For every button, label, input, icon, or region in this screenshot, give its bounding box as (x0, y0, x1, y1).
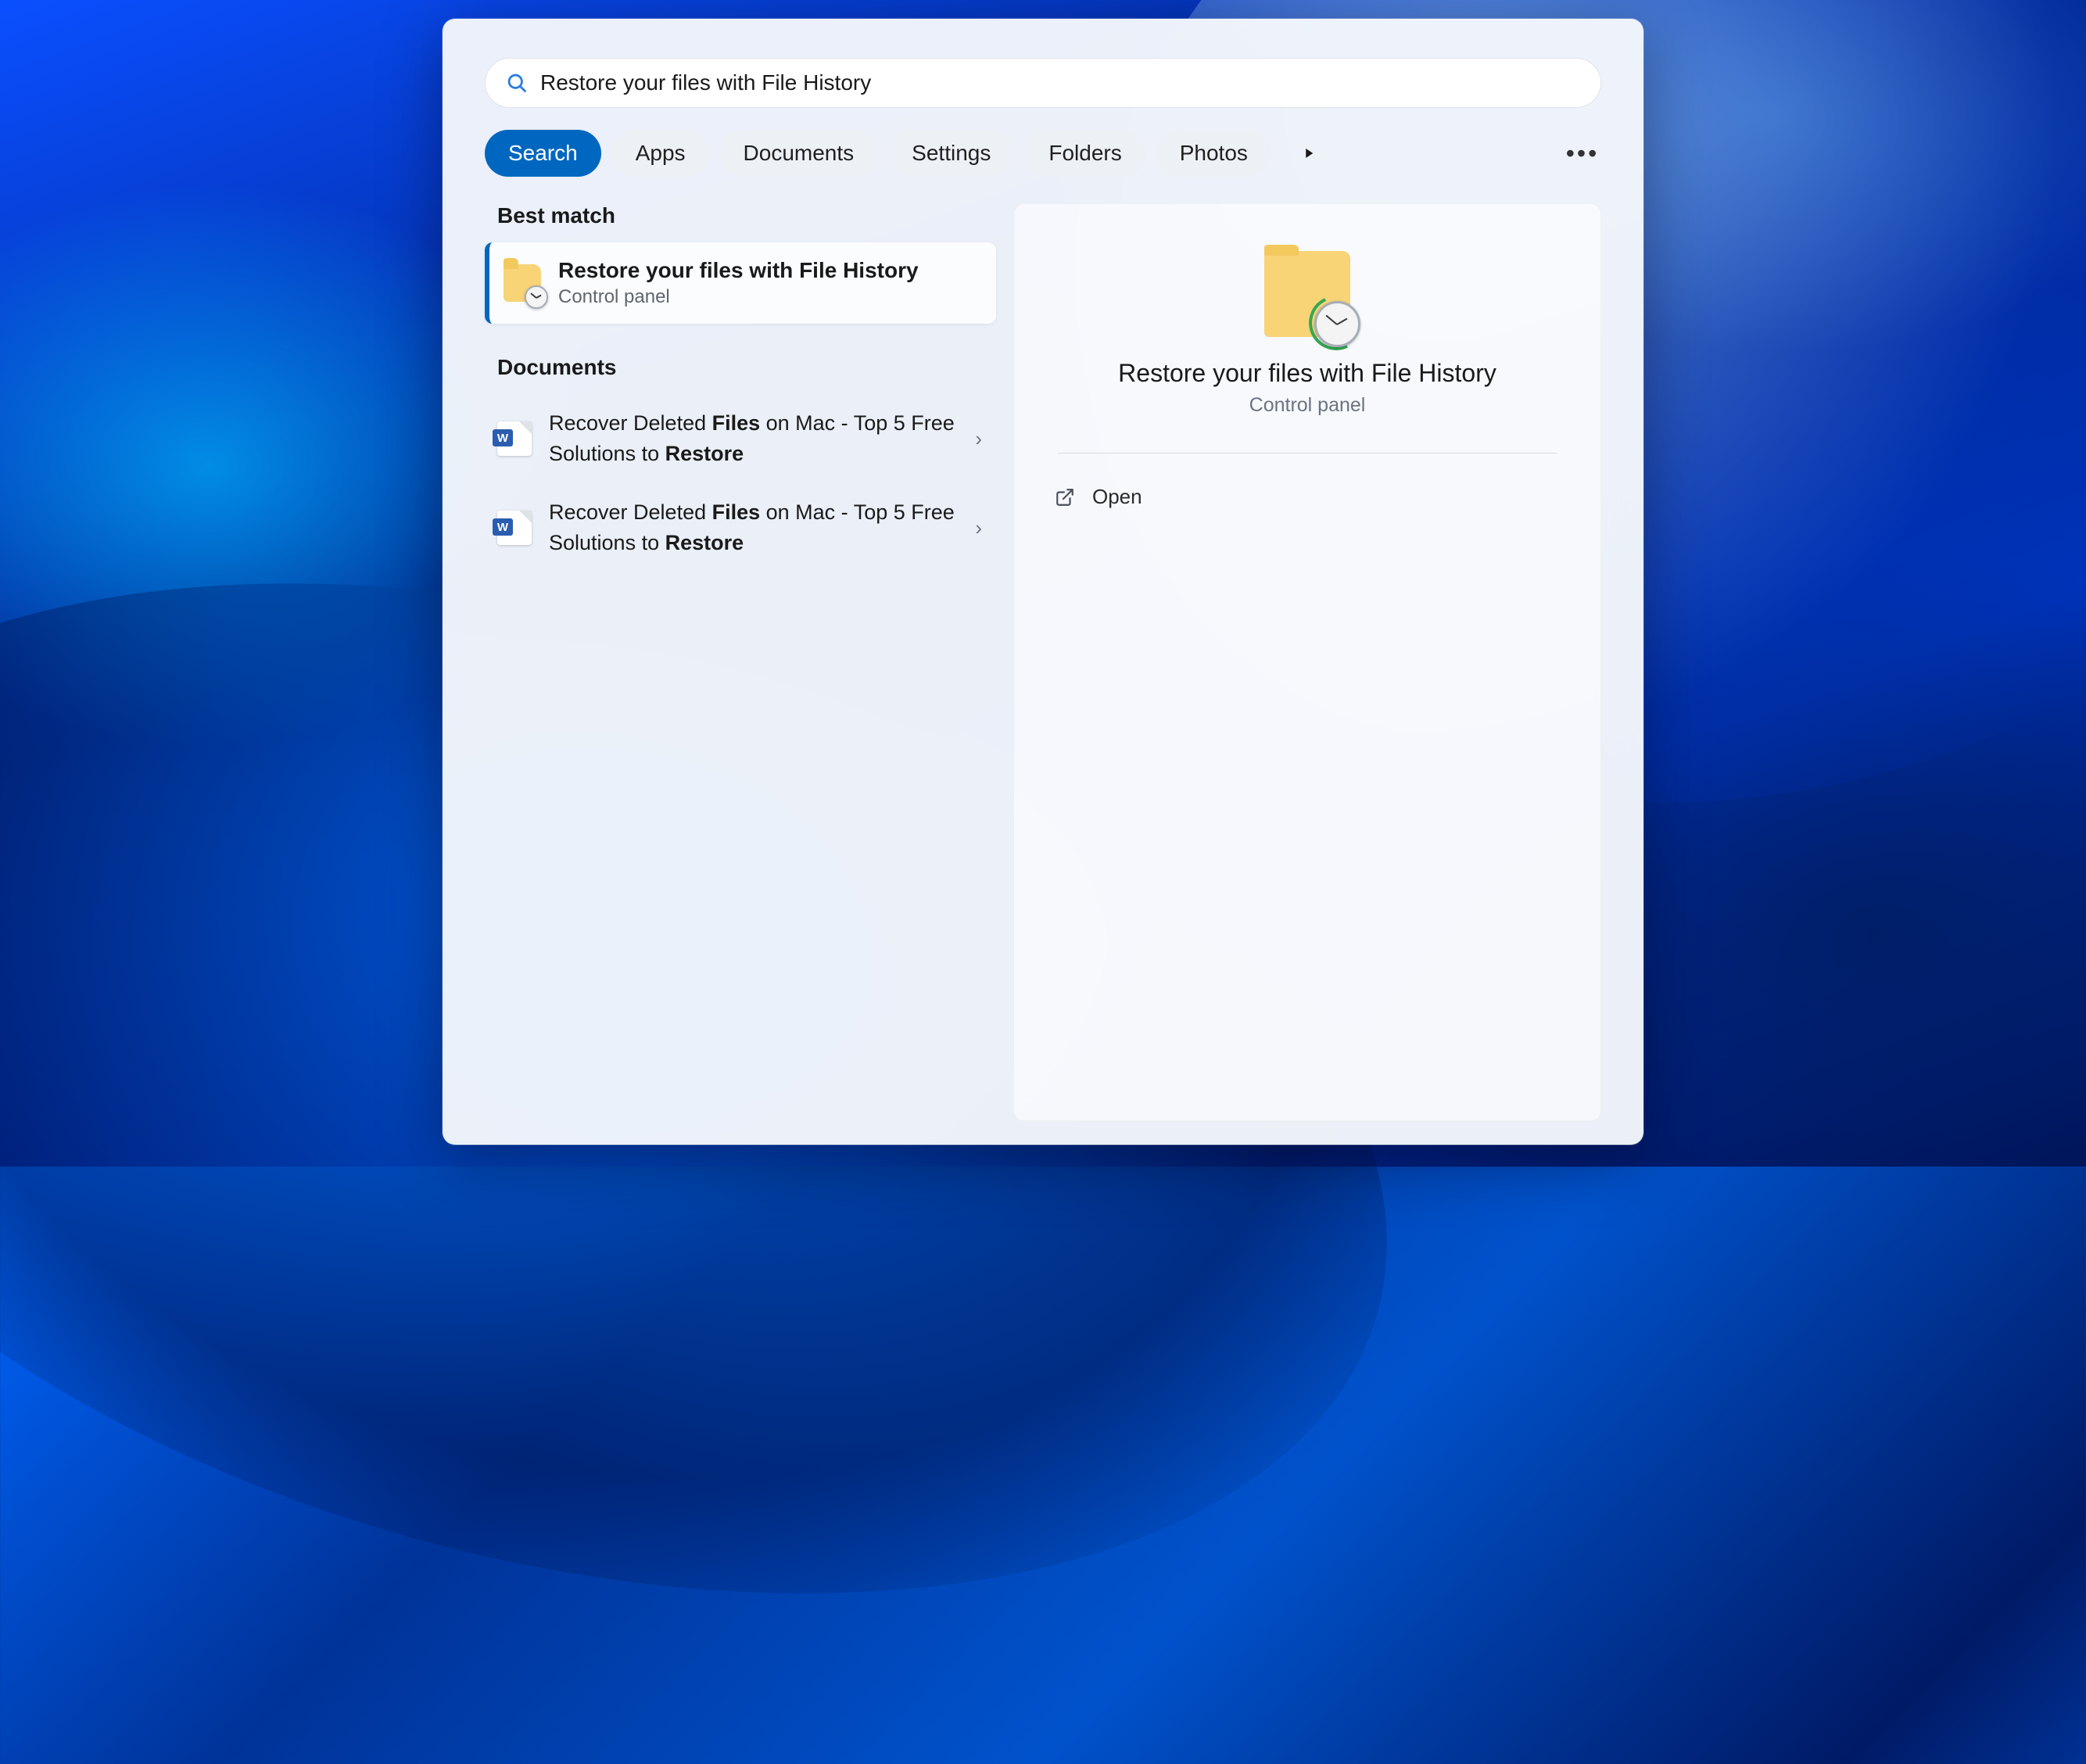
document-title: Recover Deleted Files on Mac - Top 5 Fre… (549, 408, 958, 469)
filter-folders[interactable]: Folders (1025, 130, 1145, 177)
open-label: Open (1092, 485, 1142, 509)
chevron-right-icon: › (975, 427, 982, 451)
document-result-item[interactable]: Recover Deleted Files on Mac - Top 5 Fre… (485, 394, 996, 483)
document-title: Recover Deleted Files on Mac - Top 5 Fre… (549, 497, 958, 558)
filter-settings[interactable]: Settings (888, 130, 1014, 177)
best-match-subtitle: Control panel (558, 286, 919, 308)
search-input[interactable] (540, 70, 1580, 95)
preview-subtitle: Control panel (1249, 394, 1366, 417)
filter-documents[interactable]: Documents (720, 130, 878, 177)
search-panel: Search Apps Documents Settings Folders P… (443, 19, 1643, 1145)
documents-heading: Documents (497, 355, 996, 380)
ellipsis-icon: ••• (1566, 139, 1600, 168)
play-icon (1302, 146, 1316, 160)
results-column: Best match Restore your files with File … (485, 203, 996, 1121)
best-match-title: Restore your files with File History (558, 258, 919, 283)
filter-apps[interactable]: Apps (612, 130, 709, 177)
word-document-icon (497, 421, 532, 456)
document-result-item[interactable]: Recover Deleted Files on Mac - Top 5 Fre… (485, 483, 996, 572)
preview-pane: Restore your files with File History Con… (1013, 203, 1601, 1121)
file-history-icon (1264, 251, 1350, 337)
filter-photos[interactable]: Photos (1156, 130, 1271, 177)
divider (1058, 453, 1556, 454)
search-icon (506, 72, 528, 94)
preview-title: Restore your files with File History (1118, 359, 1496, 388)
best-match-item[interactable]: Restore your files with File History Con… (485, 242, 996, 324)
file-history-icon (504, 264, 541, 302)
search-bar[interactable] (485, 58, 1601, 108)
filter-search[interactable]: Search (485, 130, 601, 177)
word-document-icon (497, 511, 532, 545)
open-icon (1055, 487, 1075, 507)
best-match-heading: Best match (497, 203, 996, 228)
filters-more-button[interactable] (1290, 134, 1328, 172)
overflow-menu-button[interactable]: ••• (1564, 134, 1601, 172)
open-action[interactable]: Open (1050, 477, 1147, 517)
filter-row: Search Apps Documents Settings Folders P… (485, 130, 1601, 177)
chevron-right-icon: › (975, 516, 982, 540)
